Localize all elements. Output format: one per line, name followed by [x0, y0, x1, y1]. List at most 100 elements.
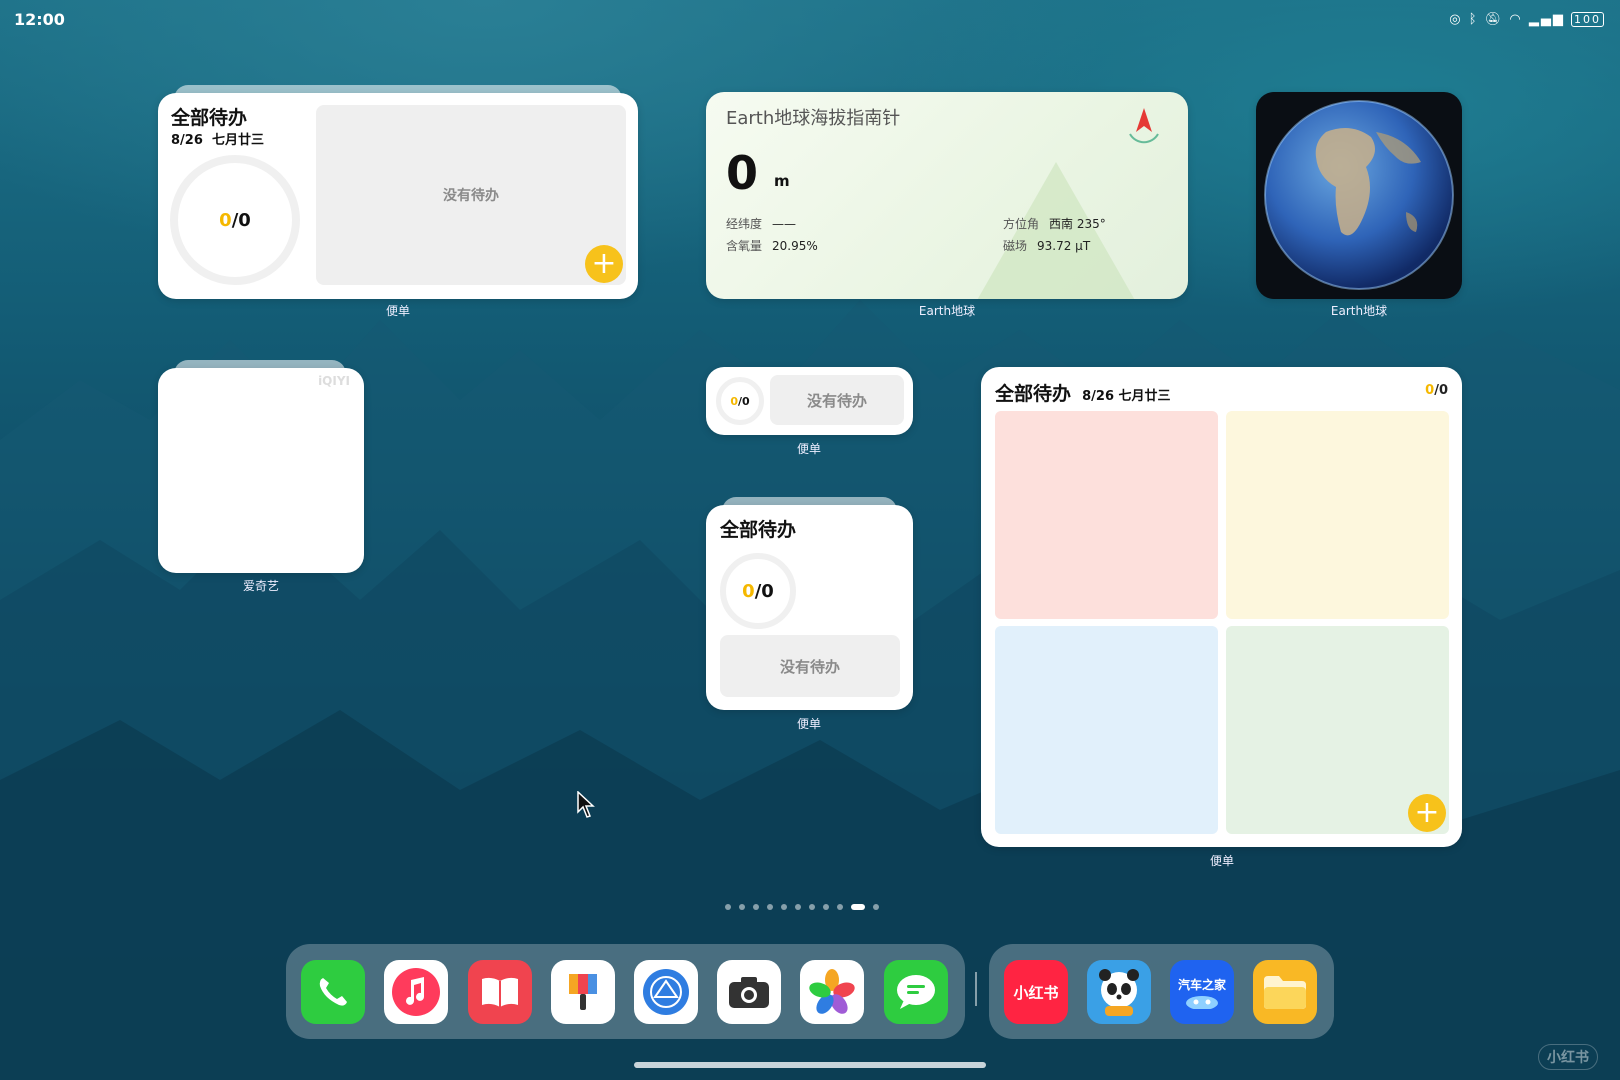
widget-label: 便单 — [385, 304, 410, 318]
quadrant-important[interactable] — [1226, 411, 1449, 619]
files-app[interactable] — [1253, 960, 1317, 1024]
latlon-value: —— — [772, 217, 797, 231]
magnetic-value: 93.72 μT — [1037, 239, 1091, 253]
browser-app[interactable] — [634, 960, 698, 1024]
page-indicator[interactable] — [725, 904, 879, 910]
iqiyi-logo: iQIYI — [318, 374, 350, 388]
notes-header: 全部待办 8/26 七月廿三 — [995, 379, 1171, 406]
chat-icon — [897, 975, 935, 1009]
messages-app[interactable] — [884, 960, 948, 1024]
widget-label: Earth地球 — [918, 304, 976, 318]
page-dot[interactable] — [873, 904, 879, 910]
autohome-label: 汽车之家 — [1177, 977, 1226, 992]
page-dot[interactable] — [753, 904, 759, 910]
panda-icon — [1099, 969, 1139, 1016]
notes-count: 0/0 — [1425, 383, 1448, 398]
notes-widget-grid[interactable]: 全部待办 8/26 七月廿三 0/0 + — [981, 367, 1462, 847]
wifi-icon: ◠ — [1509, 12, 1523, 27]
mouse-cursor-icon — [577, 791, 595, 818]
camera-icon — [729, 977, 769, 1008]
done-count: 0 — [219, 209, 232, 231]
oxygen-value: 20.95% — [772, 239, 818, 253]
done-count: 0 — [742, 580, 755, 602]
latlon-key: 经纬度 — [726, 217, 763, 231]
notes-title: 全部待办 — [720, 519, 797, 541]
notes-date: 8/26 — [171, 133, 203, 148]
add-todo-button[interactable]: + — [1408, 794, 1446, 832]
autohome-mascot-icon — [1186, 995, 1218, 1009]
page-dot[interactable] — [809, 904, 815, 910]
quadrant-urgent-important[interactable] — [995, 411, 1218, 619]
phone-app[interactable] — [301, 960, 365, 1024]
page-dot[interactable] — [781, 904, 787, 910]
home-indicator[interactable] — [634, 1062, 986, 1068]
xiaohongshu-label: 小红书 — [1013, 983, 1059, 1002]
xiaohongshu-app[interactable]: 小红书 — [1004, 960, 1068, 1024]
music-app[interactable] — [384, 960, 448, 1024]
quadrant-urgent[interactable] — [995, 626, 1218, 834]
page-dot[interactable] — [837, 904, 843, 910]
total-count: /0 — [231, 209, 251, 231]
azimuth-value: 西南 235° — [1049, 217, 1106, 231]
themes-app[interactable] — [551, 960, 615, 1024]
iqiyi-widget[interactable]: iQIYI — [158, 368, 364, 573]
autohome-app[interactable]: 汽车之家 — [1170, 960, 1234, 1024]
notes-widget-large[interactable]: 全部待办 8/26 七月廿三 0/0 没有待办 + — [158, 93, 638, 299]
signal-icon: ▂▄▆ — [1528, 12, 1565, 27]
widget-label: 便单 — [796, 717, 821, 731]
dock-divider — [975, 972, 977, 1006]
page-dot[interactable] — [795, 904, 801, 910]
azimuth-row: 方位角 西南 235° — [1003, 215, 1106, 232]
watermark: 小红书 — [1538, 1044, 1598, 1070]
page-dot[interactable] — [767, 904, 773, 910]
browser-icon — [643, 969, 689, 1015]
globe-icon — [1264, 100, 1454, 290]
page-dot[interactable] — [823, 904, 829, 910]
battery-icon: 100 — [1571, 12, 1604, 27]
gallery-app[interactable] — [800, 960, 864, 1024]
magnetic-key: 磁场 — [1003, 239, 1028, 253]
mute-icon: 🔕︎ — [1484, 12, 1504, 27]
status-icons: ◎ ᛒ 🔕︎ ◠ ▂▄▆ 100 — [1449, 12, 1604, 27]
oxygen-key: 含氧量 — [726, 239, 763, 253]
done-count: 0 — [1425, 383, 1435, 398]
bluetooth-icon: ᛒ — [1468, 12, 1479, 27]
notes-title: 全部待办 — [171, 107, 248, 129]
latlon-row: 经纬度 —— — [726, 215, 796, 232]
earth-globe-widget[interactable] — [1256, 92, 1462, 299]
widget-label: 便单 — [1209, 854, 1234, 868]
page-dot-active[interactable] — [851, 904, 865, 910]
magnetic-row: 磁场 93.72 μT — [1003, 237, 1090, 254]
page-dot[interactable] — [725, 904, 731, 910]
page-dot[interactable] — [739, 904, 745, 910]
progress-ring: 0/0 — [716, 377, 764, 425]
panda-game-app[interactable] — [1087, 960, 1151, 1024]
empty-todo-box[interactable]: 没有待办 — [720, 635, 900, 697]
total-count: /0 — [754, 580, 774, 602]
total-count: /0 — [737, 394, 750, 408]
music-icon — [392, 968, 440, 1016]
nfc-icon: ◎ — [1449, 12, 1463, 27]
empty-todo-box[interactable]: 没有待办 — [770, 375, 904, 425]
notes-title: 全部待办 — [995, 383, 1072, 405]
phone-icon — [319, 978, 347, 1006]
camera-app[interactable] — [717, 960, 781, 1024]
altitude-value: 0 — [726, 146, 759, 200]
add-todo-button[interactable]: + — [585, 245, 623, 283]
oxygen-row: 含氧量 20.95% — [726, 237, 818, 254]
gallery-flower-icon — [809, 969, 855, 1014]
altitude-unit: m — [774, 172, 790, 190]
notes-widget-small[interactable]: 0/0 没有待办 — [706, 367, 913, 435]
book-icon — [482, 977, 518, 1007]
widget-label: Earth地球 — [1330, 304, 1388, 318]
books-app[interactable] — [468, 960, 532, 1024]
folder-icon — [1264, 976, 1306, 1009]
paintbrush-icon — [569, 974, 597, 1010]
widget-label: 爱奇艺 — [242, 579, 279, 593]
empty-todo-box[interactable]: 没有待办 — [316, 105, 626, 285]
earth-title: Earth地球海拔指南针 — [726, 108, 901, 129]
earth-altitude-widget[interactable]: Earth地球海拔指南针 0 m 经纬度 —— 含氧量 20.95% 方位角 西南 2… — [706, 92, 1188, 299]
total-count: /0 — [1434, 383, 1448, 398]
notes-widget-medium[interactable]: 全部待办 0/0 没有待办 — [706, 505, 913, 710]
notes-lunar-date: 七月廿三 — [211, 133, 264, 148]
